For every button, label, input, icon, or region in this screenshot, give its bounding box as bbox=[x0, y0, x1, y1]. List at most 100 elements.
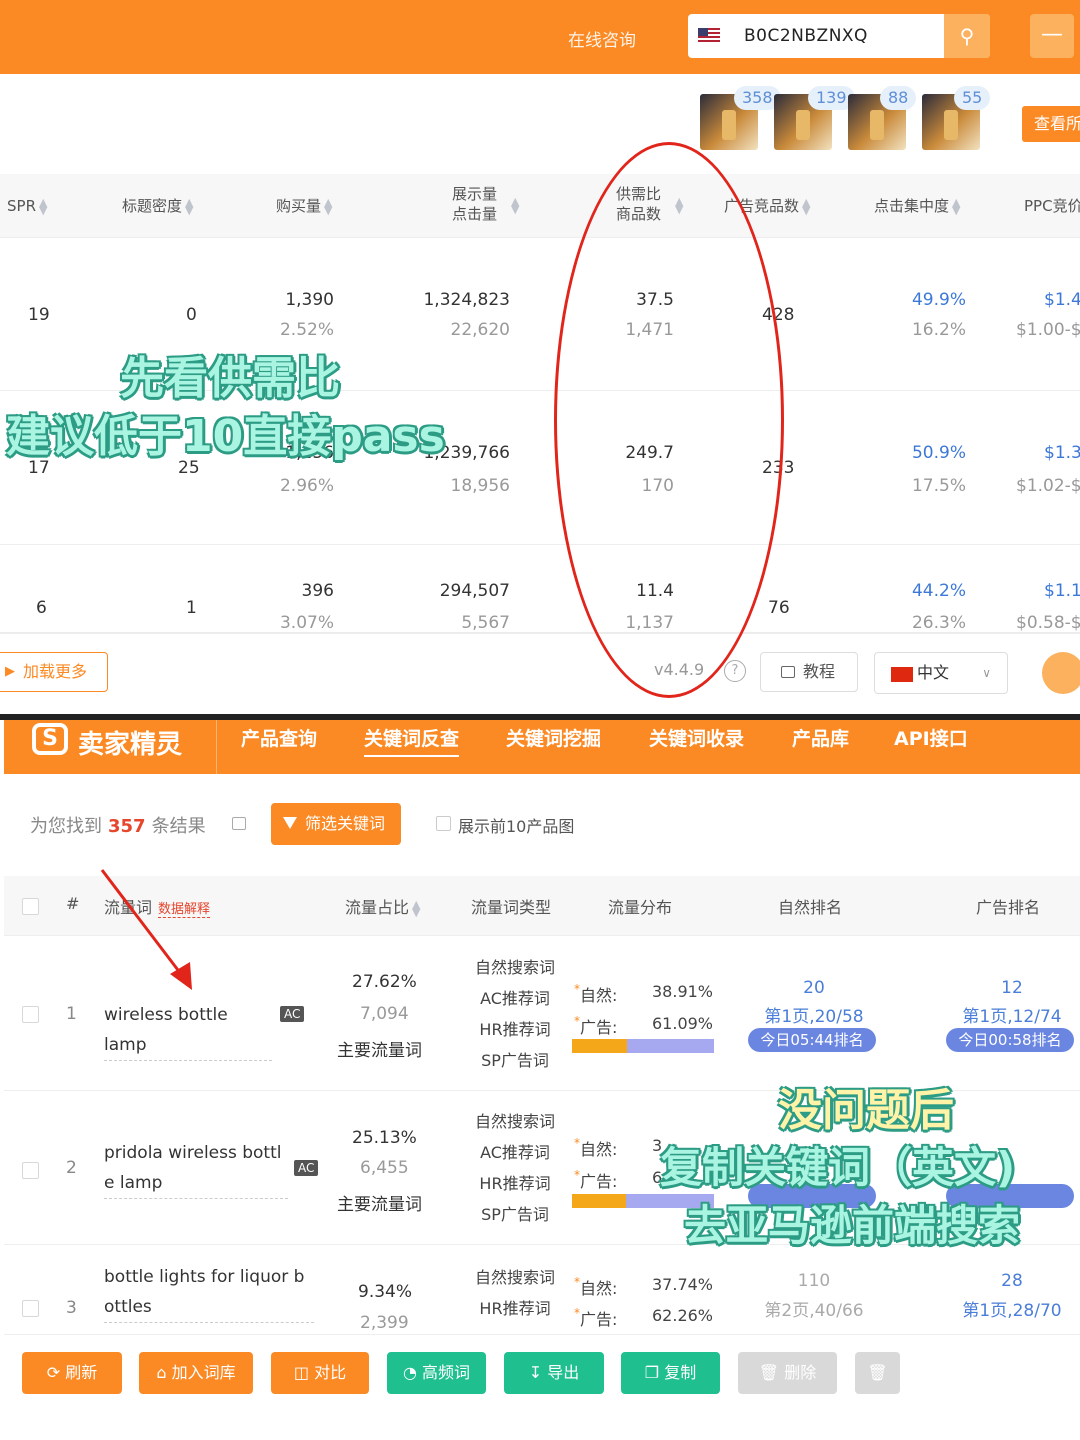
delete-button[interactable]: 🗑 删除 bbox=[738, 1352, 837, 1394]
type-organic: 自然搜索词 bbox=[474, 1112, 555, 1131]
copy-label: 复制 bbox=[664, 1363, 697, 1382]
nav-keyword-mining[interactable]: 关键词挖掘 bbox=[506, 724, 601, 751]
header-index: # bbox=[66, 894, 80, 913]
row-clicks: 5,567 bbox=[461, 613, 510, 633]
sort-icon[interactable]: ▲ ▼ bbox=[952, 197, 962, 216]
ad-rank-position[interactable]: 第1页,12/74 bbox=[954, 1002, 1070, 1027]
help-icon[interactable]: ? bbox=[724, 660, 746, 682]
traffic-distribution-bar bbox=[572, 1039, 714, 1053]
filter-icon bbox=[283, 817, 297, 829]
sort-icon[interactable]: ▲ ▼ bbox=[185, 197, 195, 216]
row-main-traffic: 主要流量词 bbox=[337, 1041, 422, 1061]
keyword-text[interactable]: pridola wireless bottl e lamp bbox=[104, 1138, 288, 1199]
filter-keywords-button[interactable]: 筛选关键词 bbox=[271, 803, 401, 845]
compare-button[interactable]: ◫ 对比 bbox=[271, 1352, 369, 1394]
keyword-type-list: 自然搜索词 HR推荐词 bbox=[460, 1262, 570, 1324]
red-arrow-annotation bbox=[100, 869, 192, 990]
add-to-library-button[interactable]: ⌂ 加入词库 bbox=[139, 1352, 253, 1394]
header-title-density[interactable]: 标题密度 ▲ ▼ bbox=[122, 196, 195, 216]
organic-rank-position[interactable]: 第1页,20/58 bbox=[756, 1002, 872, 1027]
row-index: 2 bbox=[66, 1158, 77, 1178]
copy-icon: ❐ bbox=[644, 1363, 665, 1382]
compare-icon: ◫ bbox=[293, 1363, 315, 1382]
us-flag-icon[interactable] bbox=[698, 28, 720, 43]
header-ppc[interactable]: PPC竞价 bbox=[1024, 196, 1080, 216]
ad-rank[interactable]: 12 bbox=[962, 978, 1062, 998]
sort-icon[interactable]: ▲ ▼ bbox=[802, 197, 812, 216]
sort-icon[interactable]: ▲ ▼ bbox=[511, 196, 521, 215]
nav-api[interactable]: API接口 bbox=[894, 724, 968, 751]
header-keyword-type: 流量词类型 bbox=[471, 898, 552, 917]
type-hr: HR推荐词 bbox=[479, 1299, 551, 1318]
ad-rank[interactable]: 28 bbox=[962, 1271, 1062, 1291]
row-ppc-range: $0.58-$ bbox=[1016, 613, 1080, 633]
organic-label: *自然: bbox=[574, 982, 618, 1005]
row-checkbox[interactable] bbox=[22, 1006, 39, 1023]
search-icon[interactable]: ⚲ bbox=[944, 14, 990, 58]
filter-keywords-label: 筛选关键词 bbox=[305, 814, 386, 833]
external-link-icon[interactable] bbox=[232, 817, 246, 830]
online-consult-link[interactable]: 在线咨询 bbox=[568, 26, 636, 51]
view-all-button[interactable]: 查看所 bbox=[1022, 106, 1080, 142]
language-select[interactable]: 中文 ∨ bbox=[874, 652, 1008, 694]
home-icon: ⌂ bbox=[156, 1363, 172, 1382]
high-frequency-button[interactable]: ◔ 高频词 bbox=[387, 1352, 486, 1394]
refresh-button[interactable]: ⟳ 刷新 bbox=[22, 1352, 122, 1394]
row-click-concentration: 49.9% bbox=[911, 290, 966, 310]
row-clicks: 18,956 bbox=[450, 476, 510, 496]
organic-percent: 37.74% bbox=[652, 1275, 714, 1294]
main-nav-bar: S 卖家精灵 产品查询 关键词反查 关键词挖掘 关键词收录 产品库 API接口 bbox=[4, 720, 1080, 774]
tutorial-button[interactable]: 教程 bbox=[760, 652, 858, 692]
header-ad-rank: 广告排名 bbox=[976, 898, 1041, 917]
load-more-button[interactable]: ▶ 加载更多 bbox=[0, 652, 108, 692]
nav-product-library[interactable]: 产品库 bbox=[792, 724, 849, 751]
video-icon bbox=[781, 666, 795, 678]
select-all-checkbox[interactable] bbox=[22, 898, 39, 915]
nav-keyword-reverse[interactable]: 关键词反查 bbox=[364, 724, 460, 757]
header-traffic-share[interactable]: 流量占比 ▲ ▼ bbox=[345, 894, 422, 918]
row-checkbox[interactable] bbox=[22, 1162, 39, 1179]
header-click-concentration[interactable]: 点击集中度 ▲ ▼ bbox=[874, 196, 962, 216]
keyword-text-line: e lamp bbox=[104, 1168, 288, 1199]
results-count-text: 为您找到 357 条结果 bbox=[30, 812, 206, 838]
sort-icon[interactable]: ▲ ▼ bbox=[324, 197, 334, 216]
export-button[interactable]: ↧ 导出 bbox=[504, 1352, 604, 1394]
sort-icon[interactable]: ▲ ▼ bbox=[412, 899, 422, 918]
top10-checkbox[interactable] bbox=[436, 816, 451, 831]
row-click-concentration: 50.9% bbox=[911, 443, 966, 463]
row-ppc: $1.4 bbox=[1044, 290, 1080, 310]
header-spr[interactable]: SPR ▲ ▼ bbox=[7, 196, 49, 216]
organic-rank[interactable]: 20 bbox=[764, 978, 864, 998]
type-hr: HR推荐词 bbox=[479, 1020, 551, 1039]
row-title-density: 1 bbox=[186, 598, 197, 618]
row-checkbox[interactable] bbox=[22, 1300, 39, 1317]
trash-button[interactable]: 🗑 bbox=[855, 1352, 900, 1394]
header-purchases[interactable]: 购买量 ▲ ▼ bbox=[276, 196, 334, 216]
results-suffix: 条结果 bbox=[151, 816, 206, 837]
menu-button[interactable]: — bbox=[1030, 14, 1074, 58]
logo-icon: S bbox=[32, 723, 68, 755]
row-index: 1 bbox=[66, 1004, 77, 1024]
ad-rank-time[interactable]: 今日00:58排名 bbox=[946, 1028, 1074, 1052]
asin-input[interactable]: B0C2NBZNXQ bbox=[744, 26, 868, 46]
refresh-label: 刷新 bbox=[65, 1363, 98, 1382]
row-main-traffic: 主要流量词 bbox=[337, 1195, 422, 1215]
keyword-text[interactable]: wireless bottle lamp bbox=[104, 1000, 272, 1061]
organic-rank[interactable]: 110 bbox=[764, 1271, 864, 1291]
nav-product-search[interactable]: 产品查询 bbox=[241, 724, 317, 751]
header-impressions-clicks[interactable]: 展示量 点击量 bbox=[452, 184, 497, 224]
type-sp: SP广告词 bbox=[481, 1205, 549, 1224]
asin-search-box[interactable]: B0C2NBZNXQ ⚲ bbox=[688, 14, 990, 58]
organic-rank-position[interactable]: 第2页,40/66 bbox=[756, 1296, 872, 1321]
ad-label: *广告: bbox=[574, 1168, 618, 1191]
ad-rank-position[interactable]: 第1页,28/70 bbox=[954, 1296, 1070, 1321]
sort-icon[interactable]: ▲ ▼ bbox=[39, 197, 49, 216]
avatar[interactable] bbox=[1042, 652, 1080, 694]
top10-label: 展示前10产品图 bbox=[458, 817, 575, 836]
copy-button[interactable]: ❐ 复制 bbox=[621, 1352, 720, 1394]
keyword-text[interactable]: bottle lights for liquor b ottles bbox=[104, 1262, 314, 1323]
red-annotation-ellipse bbox=[554, 142, 784, 698]
nav-keyword-index[interactable]: 关键词收录 bbox=[649, 724, 744, 751]
play-icon: ▶ bbox=[5, 664, 15, 679]
organic-rank-time[interactable]: 今日05:44排名 bbox=[748, 1028, 876, 1052]
